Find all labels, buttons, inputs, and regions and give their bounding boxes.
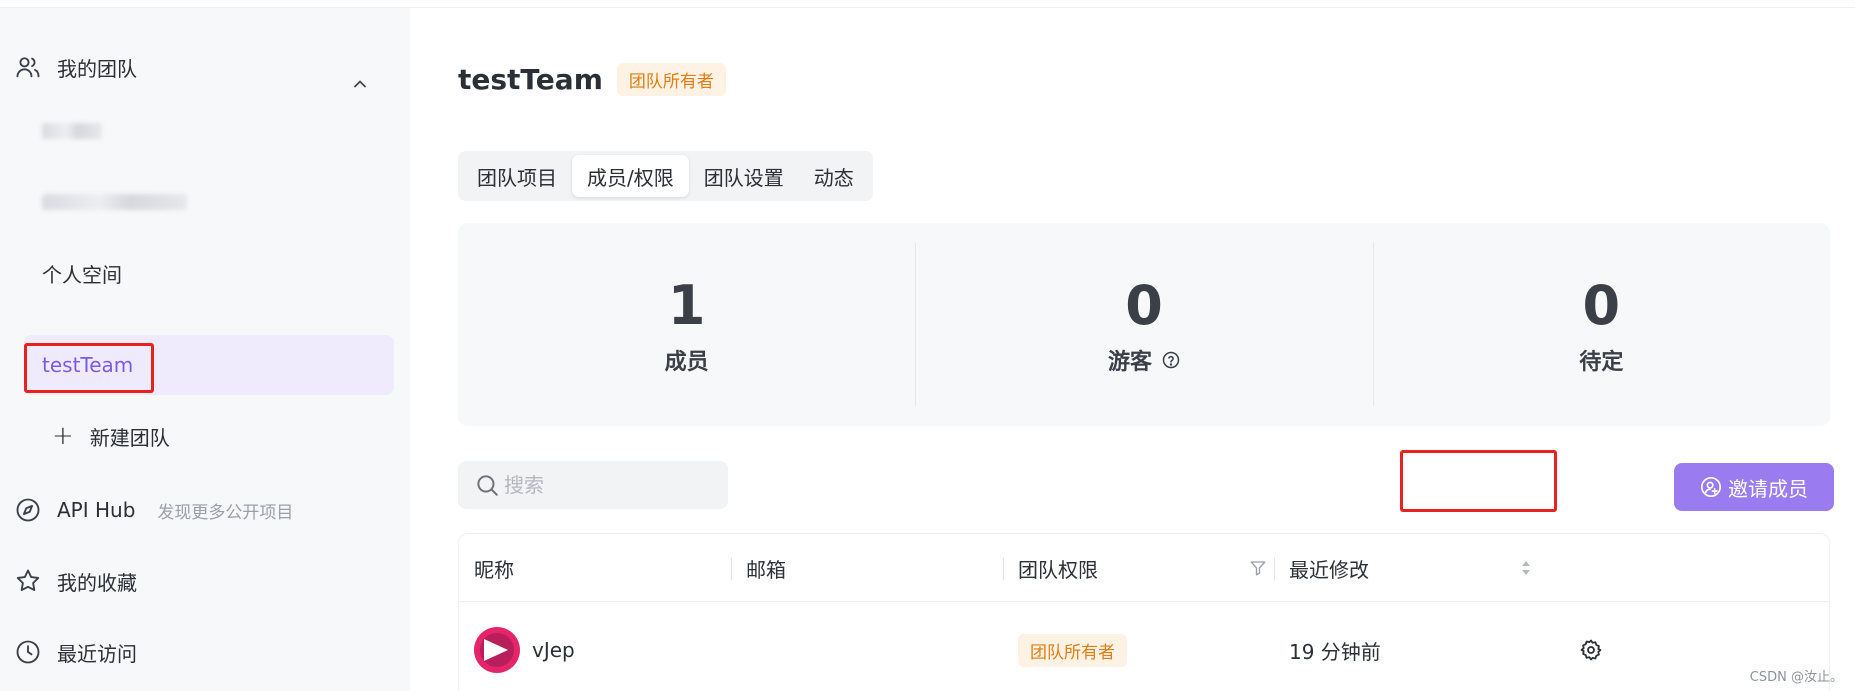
stat-members-value: 1 [667, 273, 706, 337]
new-team-button[interactable]: + 新建团队 [24, 406, 394, 466]
tab-bar: 团队项目 成员/权限 团队设置 动态 [458, 151, 873, 201]
column-header-modified: 最近修改 [1289, 557, 1369, 582]
plus-icon: + [52, 421, 74, 451]
tab-activity[interactable]: 动态 [799, 155, 869, 197]
compass-icon [13, 495, 43, 525]
cell-nickname: vJep [474, 602, 575, 691]
sidebar-my-team-label: 我的团队 [57, 56, 137, 81]
watermark: CSDN @汝止。 [1749, 670, 1843, 685]
members-table: 昵称 邮箱 团队权限 最近修改 vJep 团队所有者 19 分钟前 [458, 533, 1830, 691]
blurred-team-name [42, 194, 187, 210]
sort-icon[interactable] [1519, 558, 1533, 578]
stat-members-label-wrap: 成员 [665, 344, 709, 376]
invite-member-button[interactable]: 邀请成员 [1674, 463, 1834, 511]
stat-pending-value: 0 [1582, 273, 1621, 337]
blurred-team-name [42, 123, 102, 139]
search-icon [477, 475, 498, 496]
users-icon [13, 52, 43, 82]
search-input[interactable] [504, 473, 704, 497]
recent-label: 最近访问 [57, 641, 137, 666]
highlight-box-invite [1400, 450, 1557, 512]
avatar [474, 627, 520, 673]
sidebar-recent[interactable]: 最近访问 [0, 622, 137, 682]
cell-role: 团队所有者 [1018, 602, 1127, 691]
sidebar-item-personal-space[interactable]: 个人空间 [24, 243, 394, 303]
column-header-email: 邮箱 [746, 557, 786, 582]
sidebar: 我的团队 个人空间 testTeam + 新建团队 API Hub 发现更多公开… [0, 8, 410, 691]
cell-actions [1579, 602, 1603, 691]
stat-members-label: 成员 [664, 349, 709, 375]
stat-pending-label: 待定 [1579, 349, 1624, 375]
chevron-up-icon[interactable] [350, 74, 370, 94]
api-hub-hint: 发现更多公开项目 [157, 502, 294, 523]
clock-icon [13, 637, 43, 667]
stat-members: 1 成员 [458, 223, 915, 426]
table-row[interactable]: vJep 团队所有者 19 分钟前 [459, 602, 1829, 691]
personal-space-label: 个人空间 [42, 262, 122, 287]
new-team-label: 新建团队 [89, 425, 170, 450]
team-header: testTeam 团队所有者 [458, 63, 726, 96]
role-badge: 团队所有者 [616, 63, 726, 96]
column-header-role: 团队权限 [1018, 557, 1098, 582]
tab-team-settings[interactable]: 团队设置 [689, 155, 799, 197]
tab-team-projects[interactable]: 团队项目 [462, 155, 572, 197]
sidebar-team-blurred-1[interactable] [24, 101, 394, 161]
column-divider [1274, 558, 1275, 580]
api-hub-label: API Hub [57, 498, 136, 522]
sidebar-my-team[interactable]: 我的团队 [0, 37, 137, 97]
column-divider [1003, 558, 1004, 580]
filter-icon[interactable] [1249, 559, 1267, 577]
tab-members-permissions[interactable]: 成员/权限 [572, 155, 689, 197]
stat-guests-label: 游客 [1107, 349, 1152, 375]
favorites-label: 我的收藏 [57, 570, 137, 595]
member-modified-time: 19 分钟前 [1289, 639, 1381, 664]
gear-icon[interactable] [1579, 638, 1603, 662]
stat-guests: 0 游客 [915, 223, 1372, 426]
member-role-badge: 团队所有者 [1018, 633, 1127, 667]
stat-guests-label-wrap: 游客 [1108, 344, 1180, 376]
member-nickname: vJep [532, 638, 575, 662]
stat-guests-value: 0 [1125, 273, 1163, 337]
main-content: testTeam 团队所有者 团队项目 成员/权限 团队设置 动态 1 成员 0… [410, 8, 1855, 691]
help-icon[interactable] [1162, 351, 1180, 369]
invite-member-label: 邀请成员 [1728, 476, 1808, 501]
highlight-box-testteam [24, 343, 154, 393]
stat-pending-label-wrap: 待定 [1579, 344, 1623, 376]
search-box [458, 461, 728, 509]
cell-modified: 19 分钟前 [1289, 602, 1381, 691]
column-header-nickname: 昵称 [474, 557, 514, 582]
sidebar-team-blurred-2[interactable] [24, 172, 394, 232]
user-add-icon [1701, 477, 1721, 497]
star-icon [13, 566, 43, 596]
sidebar-api-hub[interactable]: API Hub 发现更多公开项目 [0, 480, 293, 540]
stat-pending: 0 待定 [1372, 223, 1830, 426]
table-header: 昵称 邮箱 团队权限 最近修改 [459, 534, 1829, 602]
page-title: testTeam [458, 63, 603, 96]
top-border [0, 0, 1855, 8]
sidebar-favorites[interactable]: 我的收藏 [0, 551, 137, 611]
stats-panel: 1 成员 0 游客 0 待定 [458, 223, 1830, 426]
column-divider [731, 558, 732, 580]
